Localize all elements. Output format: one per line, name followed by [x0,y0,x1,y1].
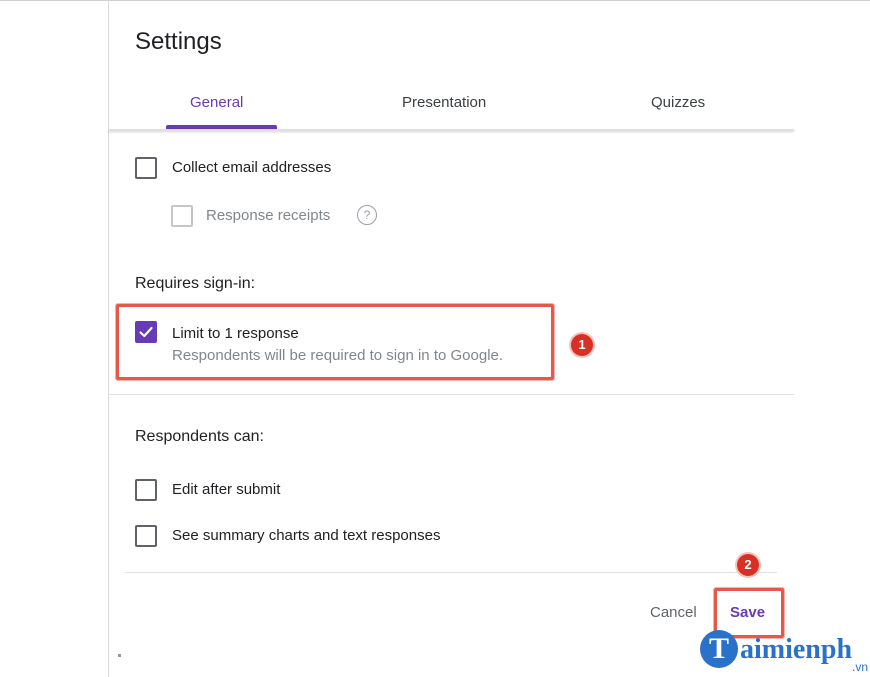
checkmark-icon [139,326,153,338]
tabs-divider [108,129,794,131]
limit-response-label: Limit to 1 response [172,325,299,342]
tab-general[interactable]: General [190,94,243,111]
tab-quizzes[interactable]: Quizzes [651,94,705,111]
left-border [108,0,109,677]
see-summary-checkbox[interactable] [135,525,157,547]
section-divider [108,394,794,395]
watermark-text: aimienph [740,634,853,665]
watermark-initial: T [700,630,738,668]
response-receipts-checkbox[interactable] [171,205,193,227]
edit-after-submit-checkbox[interactable] [135,479,157,501]
limit-response-description: Respondents will be required to sign in … [172,347,504,364]
watermark-tld: .vn [852,660,869,674]
response-receipts-label: Response receipts [206,207,331,224]
help-icon[interactable]: ? [357,205,377,225]
top-border [0,0,870,1]
footer-divider [125,572,777,573]
collect-email-checkbox[interactable] [135,157,157,179]
requires-signin-title: Requires sign-in: [135,275,256,292]
respondents-can-title: Respondents can: [135,428,264,445]
dialog-title: Settings [135,28,222,55]
cancel-button[interactable]: Cancel [650,604,697,621]
limit-response-checkbox[interactable] [135,321,157,343]
highlight-box-limit-response [116,304,554,380]
see-summary-label: See summary charts and text responses [172,527,441,544]
collect-email-label: Collect email addresses [172,159,332,176]
tab-presentation[interactable]: Presentation [402,94,486,111]
step-marker-2: 2 [737,554,759,576]
watermark-logo: Taimienph [700,630,852,668]
save-button[interactable]: Save [730,604,765,621]
step-marker-1: 1 [571,334,593,356]
edit-after-submit-label: Edit after submit [172,481,281,498]
stray-dot [118,654,121,657]
